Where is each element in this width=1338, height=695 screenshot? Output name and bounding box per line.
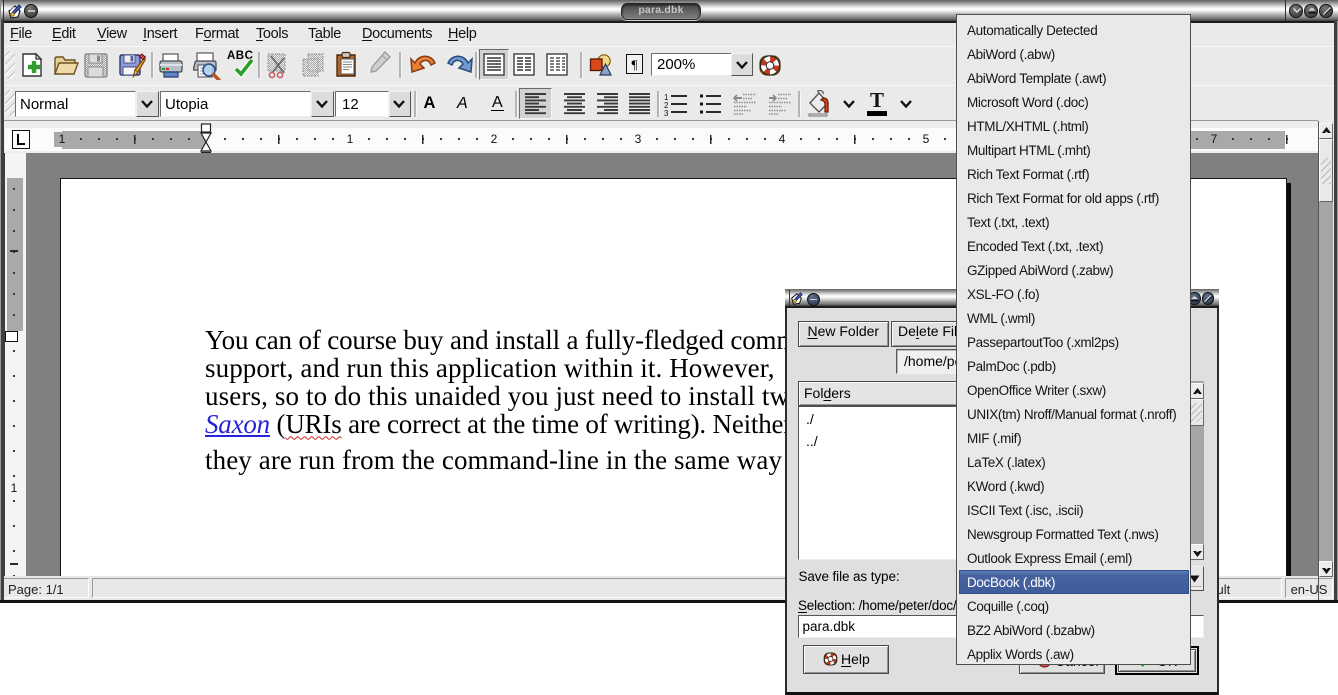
svg-text:3: 3 <box>664 109 669 116</box>
